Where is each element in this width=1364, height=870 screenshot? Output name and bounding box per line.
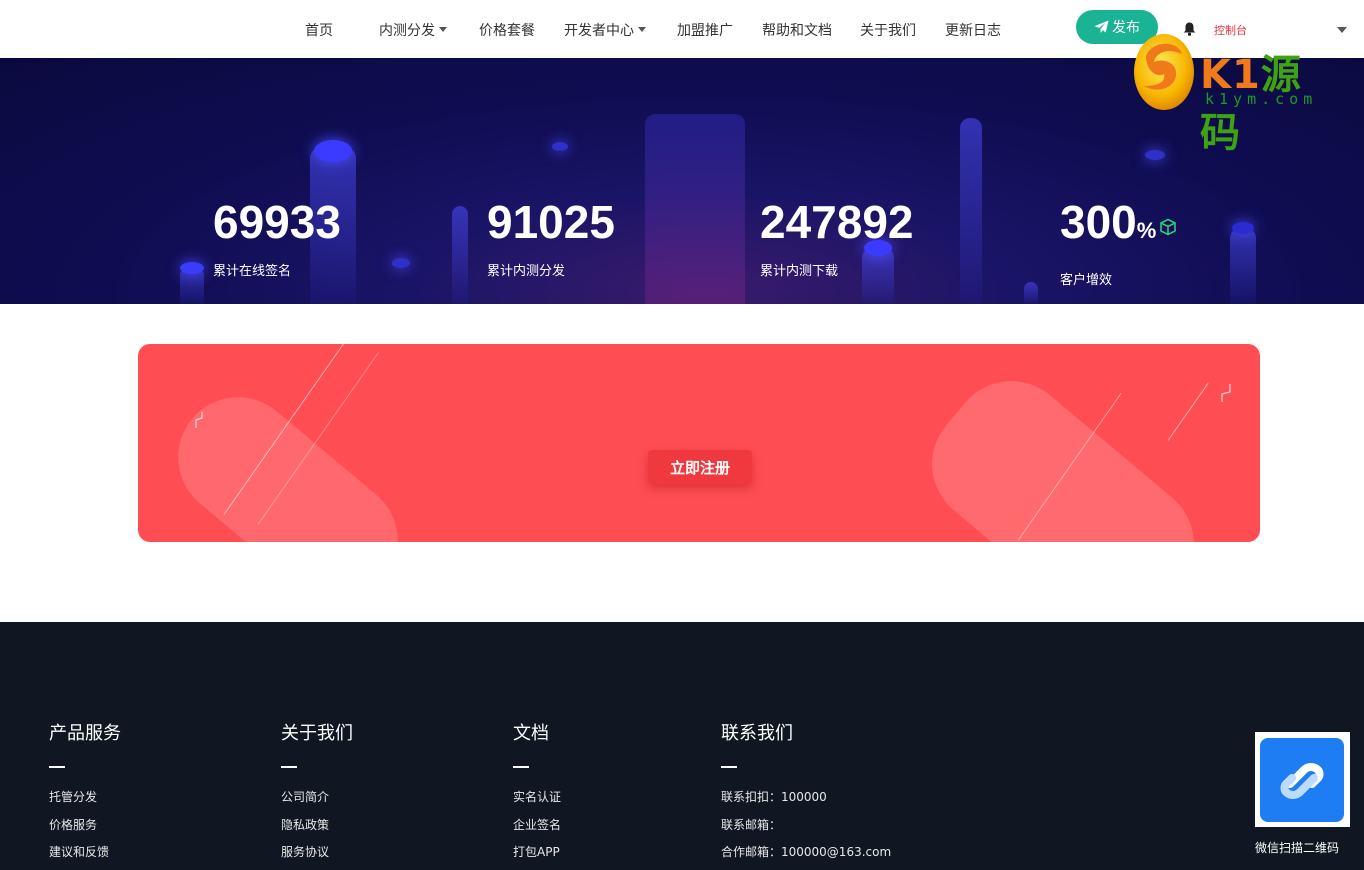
decor-squiggle xyxy=(195,412,203,428)
decor-pillar xyxy=(1024,282,1038,304)
cube-icon xyxy=(1160,218,1177,236)
decor-blob xyxy=(153,372,423,542)
decor-pillar-cap xyxy=(180,262,204,274)
watermark-subtext: k1ym.com xyxy=(1205,90,1318,108)
stat-unit: % xyxy=(1136,218,1157,243)
watermark-logo: K1源码 k1ym.com xyxy=(1130,28,1340,156)
nav-item-changelog[interactable]: 更新日志 xyxy=(945,20,1001,40)
qr-image xyxy=(1260,738,1344,822)
footer-link-package-app[interactable]: 打包APP xyxy=(513,839,561,867)
decor-blob xyxy=(907,356,1219,542)
decor-pillar-cap xyxy=(392,258,410,268)
footer-col-title: 产品服务 xyxy=(49,723,121,744)
stat-downloads: 247892 累计内测下载 xyxy=(760,194,914,279)
decor-pillar-cap xyxy=(1232,222,1254,234)
decor-pillar xyxy=(960,118,982,304)
decor-squiggle xyxy=(1221,384,1231,402)
nav-item-label: 加盟推广 xyxy=(677,23,733,39)
footer-col-title: 文档 xyxy=(513,723,549,744)
stat-value: 247892 xyxy=(760,196,914,248)
wechat-qr-code xyxy=(1255,732,1350,827)
nav-item-label: 首页 xyxy=(305,23,333,39)
contact-email: 联系邮箱： xyxy=(721,817,782,832)
contact-business-email: 合作邮箱：100000@163.com xyxy=(721,845,892,859)
footer-col-title: 联系我们 xyxy=(721,723,793,744)
stat-label: 累计在线签名 xyxy=(213,264,292,279)
stat-signatures: 69933 累计在线签名 xyxy=(213,194,341,279)
footer-col-products: 产品服务 托管分发 价格服务 建议和反馈 xyxy=(49,722,121,867)
nav-item-home[interactable]: 首页 xyxy=(305,20,333,40)
contact-qq: 联系扣扣：100000 xyxy=(721,790,827,804)
stat-value: 69933 xyxy=(213,196,341,248)
caret-down-icon xyxy=(439,27,447,32)
footer-link-hosting[interactable]: 托管分发 xyxy=(49,784,121,812)
register-button[interactable]: 立即注册 xyxy=(648,450,752,484)
decor-pillar-cap xyxy=(552,142,568,151)
stat-distributions: 91025 累计内测分发 xyxy=(487,194,615,279)
site-footer: 产品服务 托管分发 价格服务 建议和反馈 关于我们 公司简介 隐私政策 服务协议… xyxy=(0,622,1364,870)
stat-value: 300 xyxy=(1060,196,1137,248)
decor-pillar-cap xyxy=(1145,150,1165,160)
footer-link-privacy[interactable]: 隐私政策 xyxy=(281,812,353,840)
decor-pillar-cap xyxy=(314,140,352,162)
footer-title-underline xyxy=(281,766,297,768)
footer-col-title: 关于我们 xyxy=(281,723,353,744)
footer-link-verification[interactable]: 实名认证 xyxy=(513,784,561,812)
footer-link-terms[interactable]: 服务协议 xyxy=(281,839,353,867)
nav-item-about[interactable]: 关于我们 xyxy=(860,20,916,40)
nav-item-affiliate[interactable]: 加盟推广 xyxy=(677,20,733,40)
footer-title-underline xyxy=(49,766,65,768)
nav-item-label: 更新日志 xyxy=(945,23,1001,39)
footer-link-feedback[interactable]: 建议和反馈 xyxy=(49,839,121,867)
register-banner: 立即注册 xyxy=(138,344,1260,542)
nav-item-label: 开发者中心 xyxy=(564,23,634,39)
paper-plane-icon xyxy=(1094,20,1109,34)
footer-link-enterprise-signing[interactable]: 企业签名 xyxy=(513,812,561,840)
stat-efficiency: 300% 客户增效 xyxy=(1060,194,1177,288)
logo-icon xyxy=(1134,34,1194,110)
nav-item-label: 内测分发 xyxy=(379,23,435,39)
nav-item-beta-distribution[interactable]: 内测分发 xyxy=(379,20,447,40)
nav-item-label: 价格套餐 xyxy=(479,23,535,39)
stat-value: 91025 xyxy=(487,196,615,248)
footer-col-contact: 联系我们 联系扣扣：100000 联系邮箱： 合作邮箱：100000@163.c… xyxy=(721,722,891,867)
decor-pillar xyxy=(452,206,468,304)
nav-item-developer-center[interactable]: 开发者中心 xyxy=(564,20,646,40)
decor-tower xyxy=(645,114,745,304)
nav-item-label: 帮助和文档 xyxy=(762,23,832,39)
footer-col-docs: 文档 实名认证 企业签名 打包APP xyxy=(513,722,561,867)
nav-item-pricing[interactable]: 价格套餐 xyxy=(479,20,535,40)
stat-label: 客户增效 xyxy=(1060,273,1113,288)
stat-label: 累计内测分发 xyxy=(487,264,566,279)
footer-link-company[interactable]: 公司简介 xyxy=(281,784,353,812)
footer-link-pricing[interactable]: 价格服务 xyxy=(49,812,121,840)
decor-pillar xyxy=(1230,228,1256,304)
decor-streak xyxy=(1167,382,1209,441)
footer-col-about: 关于我们 公司简介 隐私政策 服务协议 xyxy=(281,722,353,867)
stat-value-row: 300% xyxy=(1060,194,1177,259)
nav-item-label: 关于我们 xyxy=(860,23,916,39)
app-logo-icon xyxy=(1280,763,1324,799)
caret-down-icon xyxy=(638,27,646,32)
footer-title-underline xyxy=(513,766,529,768)
nav-item-help-docs[interactable]: 帮助和文档 xyxy=(762,20,832,40)
stat-label: 累计内测下载 xyxy=(760,264,839,279)
footer-title-underline xyxy=(721,766,737,768)
qr-caption: 微信扫描二维码 xyxy=(1255,841,1340,855)
